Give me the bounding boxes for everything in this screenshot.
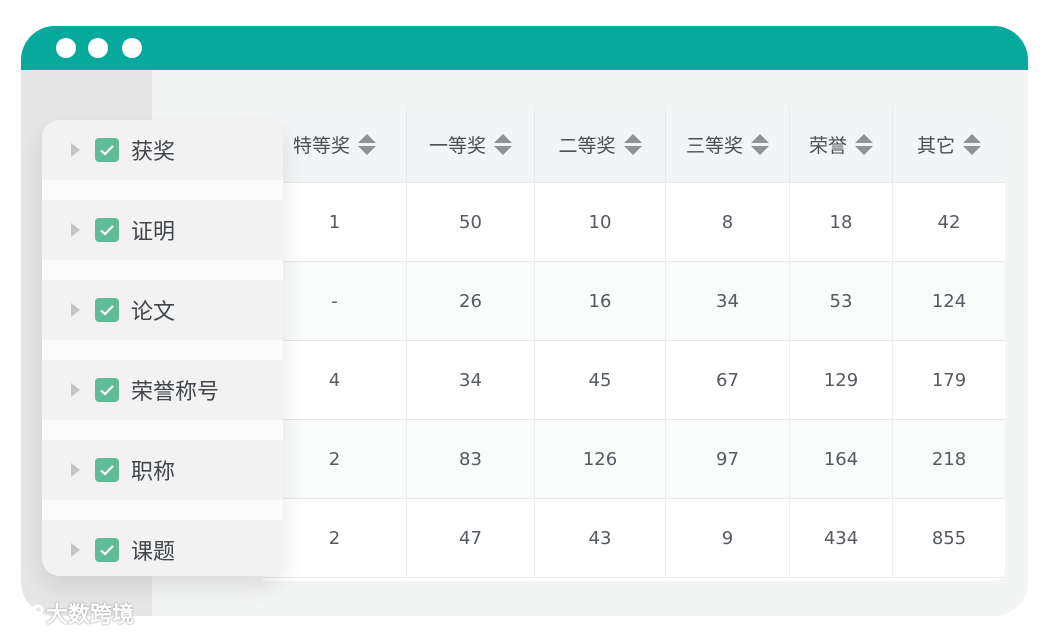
sort-icon[interactable] (623, 133, 642, 155)
expand-caret-icon[interactable] (71, 223, 80, 237)
title-bar (21, 26, 1028, 70)
category-panel: 获奖 证明 论文 荣誉称号 职称 课题 (42, 120, 283, 576)
checkbox-checked-icon[interactable] (95, 298, 119, 322)
table-cell: 16 (534, 262, 665, 340)
col-header-5[interactable]: 其它 (892, 106, 1005, 182)
watermark-text: 大数跨境 (46, 603, 135, 628)
data-table: 特等奖 一等奖 二等奖 三等奖 荣誉 其它 1 50 10 8 18 42 - … (263, 106, 1005, 581)
category-label: 职称 (131, 460, 176, 485)
col-header-label: 三等奖 (685, 134, 743, 157)
table-row: 2 47 43 9 434 855 (263, 499, 1005, 578)
category-label: 论文 (131, 300, 176, 325)
expand-caret-icon[interactable] (71, 383, 80, 397)
category-item[interactable]: 课题 (42, 520, 283, 576)
table-cell: 43 (534, 499, 665, 577)
table-cell: 1 (328, 211, 341, 233)
category-label: 荣誉称号 (131, 380, 220, 405)
table-row: 1 50 10 8 18 42 (263, 183, 1005, 262)
table-cell: 34 (665, 262, 789, 340)
table-cell: - (331, 290, 338, 312)
col-header-2[interactable]: 二等奖 (534, 106, 665, 182)
col-header-0[interactable]: 特等奖 (263, 106, 406, 182)
table-cell: 67 (665, 341, 789, 419)
table-cell: 10 (534, 183, 665, 261)
sort-icon[interactable] (751, 133, 769, 155)
col-header-label: 二等奖 (558, 134, 616, 157)
table-cell: 34 (406, 341, 534, 419)
table-cell: 2 (328, 448, 341, 470)
col-header-label: 特等奖 (292, 134, 350, 157)
expand-caret-icon[interactable] (71, 543, 80, 557)
table-cell: 4 (328, 369, 341, 391)
table-cell: 8 (665, 183, 789, 261)
table-cell: 53 (789, 262, 892, 340)
window-dot-1[interactable] (56, 38, 76, 58)
table-cell: 50 (406, 183, 534, 261)
table-cell: 2 (328, 527, 341, 549)
sort-icon[interactable] (494, 133, 512, 155)
col-header-label: 一等奖 (428, 134, 486, 157)
table-cell: 26 (406, 262, 534, 340)
table-cell: 42 (892, 183, 1005, 261)
table-cell: 434 (789, 499, 892, 577)
checkbox-checked-icon[interactable] (95, 538, 119, 562)
category-label: 获奖 (131, 140, 176, 165)
checkbox-checked-icon[interactable] (95, 378, 119, 402)
table-row: - 26 16 34 53 124 (263, 262, 1005, 341)
col-header-3[interactable]: 三等奖 (665, 106, 789, 182)
watermark: 大数跨境 (10, 597, 134, 629)
table-row: 4 34 45 67 129 179 (263, 341, 1005, 420)
category-item[interactable]: 荣誉称号 (42, 360, 283, 420)
expand-caret-icon[interactable] (71, 143, 80, 157)
table-cell: 45 (534, 341, 665, 419)
table-row: 2 83 126 97 164 218 (263, 420, 1005, 499)
window-dot-3[interactable] (122, 38, 142, 58)
table-cell: 218 (892, 420, 1005, 498)
table-cell: 129 (789, 341, 892, 419)
category-item[interactable]: 职称 (42, 440, 283, 500)
checkbox-checked-icon[interactable] (95, 138, 119, 162)
expand-caret-icon[interactable] (71, 303, 80, 317)
table-cell: 9 (665, 499, 789, 577)
sort-icon[interactable] (855, 133, 873, 155)
table-cell: 97 (665, 420, 789, 498)
sort-icon[interactable] (963, 133, 981, 155)
watermark-logo-icon (11, 604, 44, 621)
col-header-label: 其它 (916, 134, 955, 157)
checkbox-checked-icon[interactable] (95, 218, 119, 242)
category-label: 证明 (131, 220, 176, 245)
category-item[interactable]: 获奖 (42, 120, 283, 180)
category-item[interactable]: 论文 (42, 280, 283, 340)
window-dot-2[interactable] (88, 38, 108, 58)
table-cell: 855 (892, 499, 1005, 577)
table-cell: 179 (892, 341, 1005, 419)
category-item[interactable]: 证明 (42, 200, 283, 260)
table-cell: 164 (789, 420, 892, 498)
checkbox-checked-icon[interactable] (95, 458, 119, 482)
col-header-4[interactable]: 荣誉 (789, 106, 892, 182)
col-header-label: 荣誉 (808, 134, 847, 157)
category-label: 课题 (131, 540, 176, 565)
table-cell: 124 (892, 262, 1005, 340)
col-header-1[interactable]: 一等奖 (406, 106, 534, 182)
table-cell: 18 (789, 183, 892, 261)
table-header: 特等奖 一等奖 二等奖 三等奖 荣誉 其它 (263, 106, 1005, 183)
sort-icon[interactable] (358, 133, 376, 155)
table-cell: 126 (534, 420, 665, 498)
table-cell: 83 (406, 420, 534, 498)
expand-caret-icon[interactable] (71, 463, 80, 477)
table-cell: 47 (406, 499, 534, 577)
